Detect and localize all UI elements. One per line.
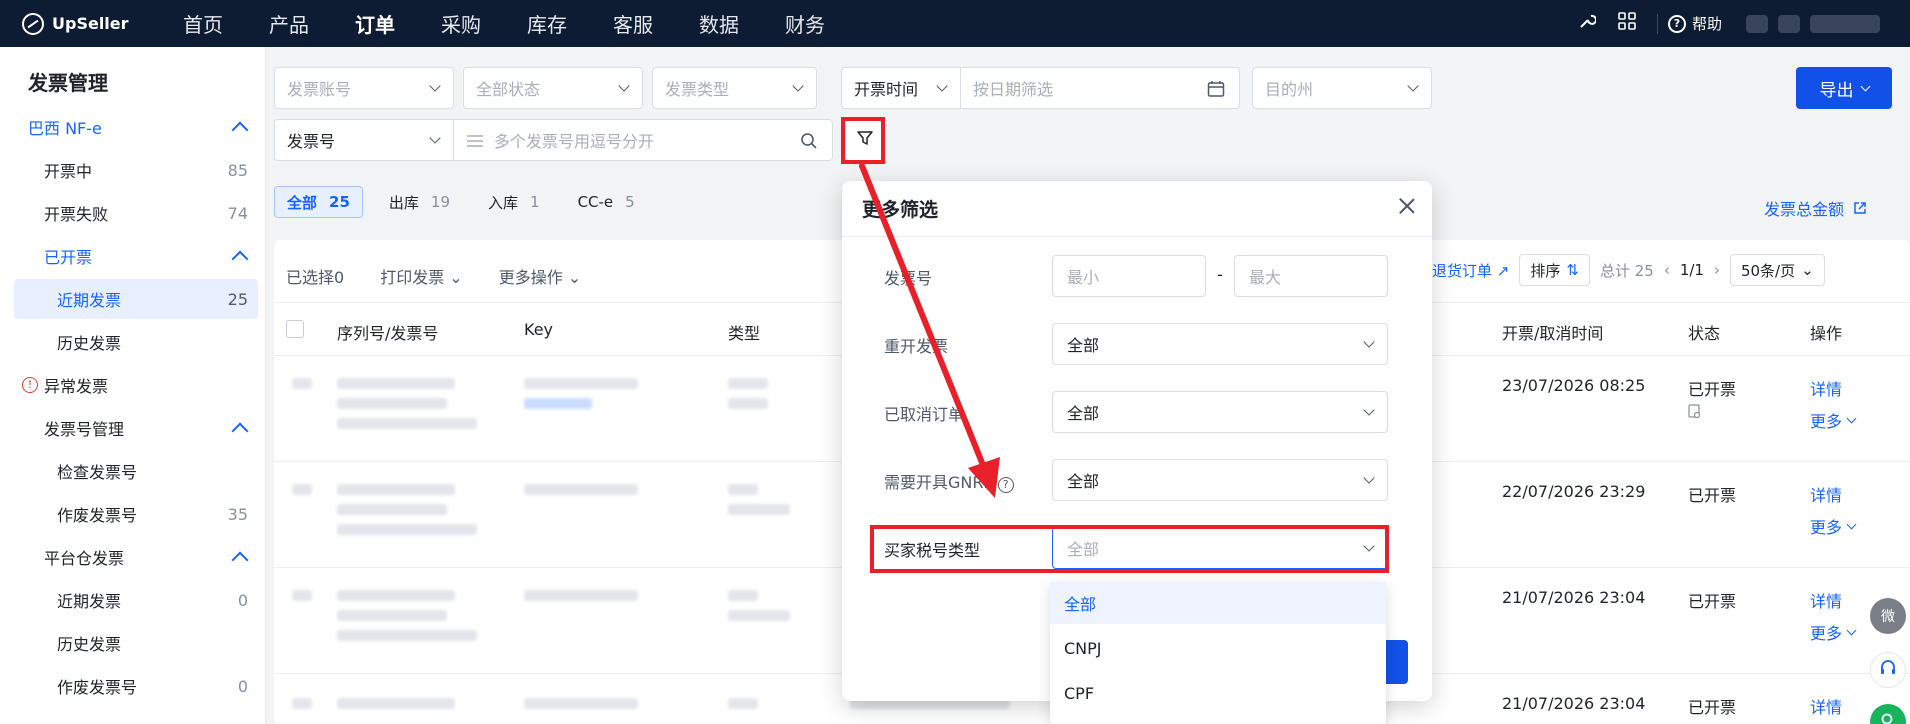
wechat-button[interactable]: 微 (1870, 598, 1906, 634)
headset-icon (1879, 659, 1897, 681)
search-icon (1880, 712, 1896, 724)
wechat-label: 微 (1881, 609, 1895, 625)
red-arrow-annotation (859, 163, 1000, 498)
customer-service-button[interactable] (1870, 652, 1906, 688)
